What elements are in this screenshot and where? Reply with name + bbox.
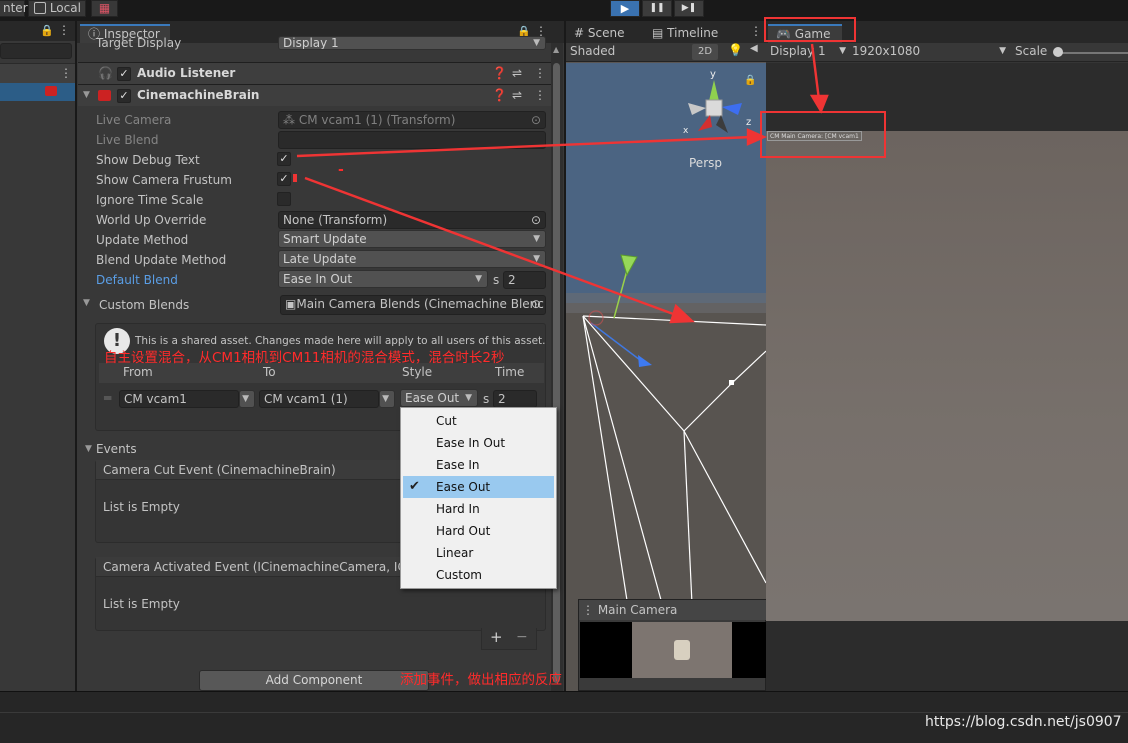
watermark: https://blog.csdn.net/js0907 xyxy=(925,714,1122,730)
arrow-debug-text xyxy=(296,135,753,158)
mark xyxy=(293,174,297,182)
annotation-dash: - xyxy=(338,162,344,178)
annotation-blend-note: 自主设置混合，从CM1相机到CM11相机的混合模式，混合时长2秒 xyxy=(104,350,505,366)
annotation-event-note: 添加事件，做出相应的反应 xyxy=(400,672,562,688)
annotation-arrows xyxy=(293,43,829,324)
arrowhead xyxy=(746,128,767,146)
arrow-frustum xyxy=(304,176,677,317)
arrowhead xyxy=(669,303,695,324)
arrowhead xyxy=(809,94,829,114)
arrow-game-tab xyxy=(810,43,821,101)
